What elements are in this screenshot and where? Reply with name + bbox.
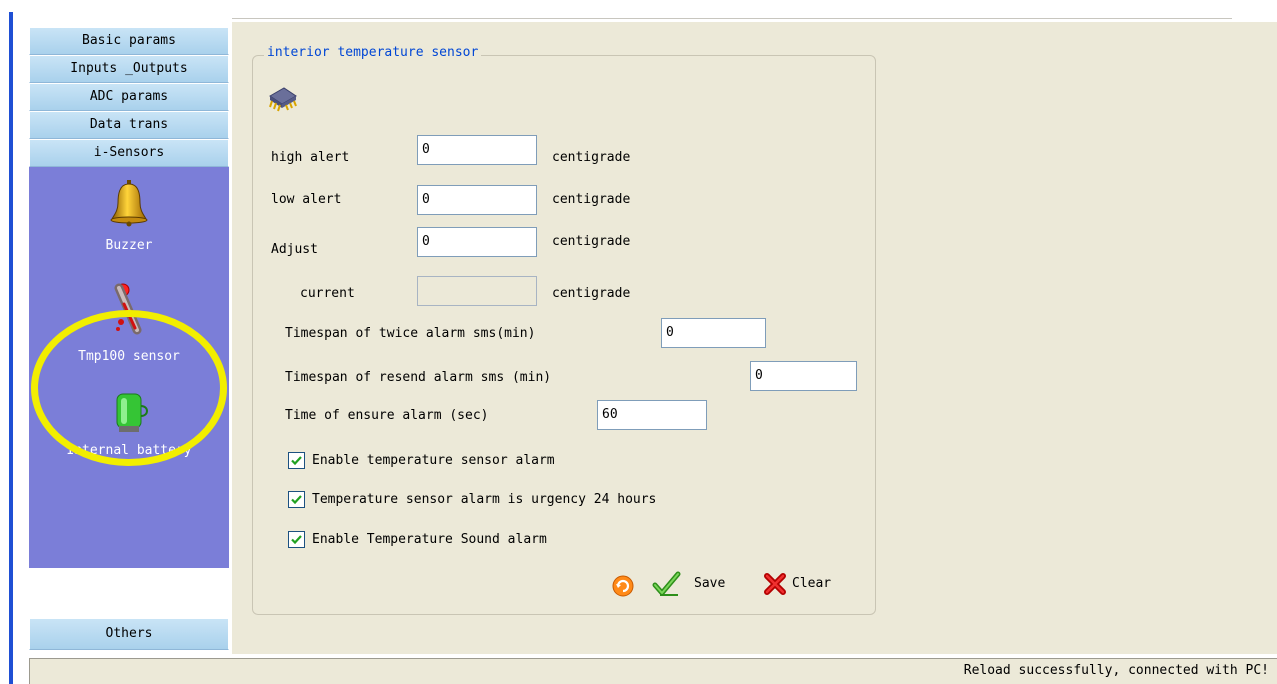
- checkmark-icon: [652, 571, 682, 601]
- status-bar: Reload successfully, connected with PC!: [29, 658, 1277, 684]
- high-alert-label: high alert: [271, 150, 350, 165]
- low-alert-label: low alert: [271, 192, 342, 207]
- status-text: Reload successfully, connected with PC!: [963, 663, 1269, 678]
- urgency-24h-checkbox[interactable]: [288, 491, 305, 508]
- save-label: Save: [694, 576, 726, 591]
- nav-inputs-outputs[interactable]: Inputs _Outputs: [29, 55, 229, 83]
- enable-temp-alarm-checkbox[interactable]: [288, 452, 305, 469]
- current-label: current: [300, 286, 355, 301]
- adjust-unit: centigrade: [552, 234, 631, 249]
- current-input: [417, 276, 537, 306]
- adjust-input[interactable]: 0: [417, 227, 537, 257]
- nav-adc-params[interactable]: ADC params: [29, 83, 229, 111]
- low-alert-unit: centigrade: [552, 192, 631, 207]
- current-unit: centigrade: [552, 286, 631, 301]
- reload-icon[interactable]: [612, 575, 634, 601]
- timespan-resend-input[interactable]: 0: [750, 361, 857, 391]
- highlight-ring: [31, 310, 227, 466]
- save-button[interactable]: Save: [652, 571, 742, 597]
- sound-alarm-checkbox[interactable]: [288, 531, 305, 548]
- group-title: interior temperature sensor: [264, 45, 482, 60]
- timespan-twice-label: Timespan of twice alarm sms(min): [285, 326, 536, 341]
- clear-button[interactable]: Clear: [762, 571, 852, 597]
- timespan-twice-input[interactable]: 0: [661, 318, 766, 348]
- clear-label: Clear: [792, 576, 832, 591]
- top-divider: [232, 18, 1232, 20]
- nav-i-sensors[interactable]: i-Sensors: [29, 139, 229, 167]
- chip-icon: [266, 82, 300, 116]
- enable-temp-alarm-label: Enable temperature sensor alarm: [312, 453, 555, 468]
- sidebar-item-label: Buzzer: [105, 238, 153, 253]
- status-divider: [29, 659, 30, 684]
- app-window: Basic params Inputs _Outputs ADC params …: [0, 0, 1277, 684]
- window-left-border: [9, 12, 13, 684]
- high-alert-unit: centigrade: [552, 150, 631, 165]
- timespan-resend-label: Timespan of resend alarm sms (min): [285, 370, 552, 385]
- high-alert-input[interactable]: 0: [417, 135, 537, 165]
- nav-data-trans[interactable]: Data trans: [29, 111, 229, 139]
- nav-others[interactable]: Others: [29, 618, 229, 650]
- ensure-alarm-label: Time of ensure alarm (sec): [285, 408, 489, 423]
- sidebar-item-buzzer[interactable]: Buzzer: [29, 175, 229, 253]
- sound-alarm-label: Enable Temperature Sound alarm: [312, 532, 547, 547]
- adjust-label: Adjust: [271, 242, 318, 257]
- low-alert-input[interactable]: 0: [417, 185, 537, 215]
- ensure-alarm-input[interactable]: 60: [597, 400, 707, 430]
- bell-icon: [109, 179, 149, 231]
- x-mark-icon: [762, 571, 788, 601]
- nav-basic-params[interactable]: Basic params: [29, 27, 229, 55]
- urgency-24h-label: Temperature sensor alarm is urgency 24 h…: [312, 492, 657, 507]
